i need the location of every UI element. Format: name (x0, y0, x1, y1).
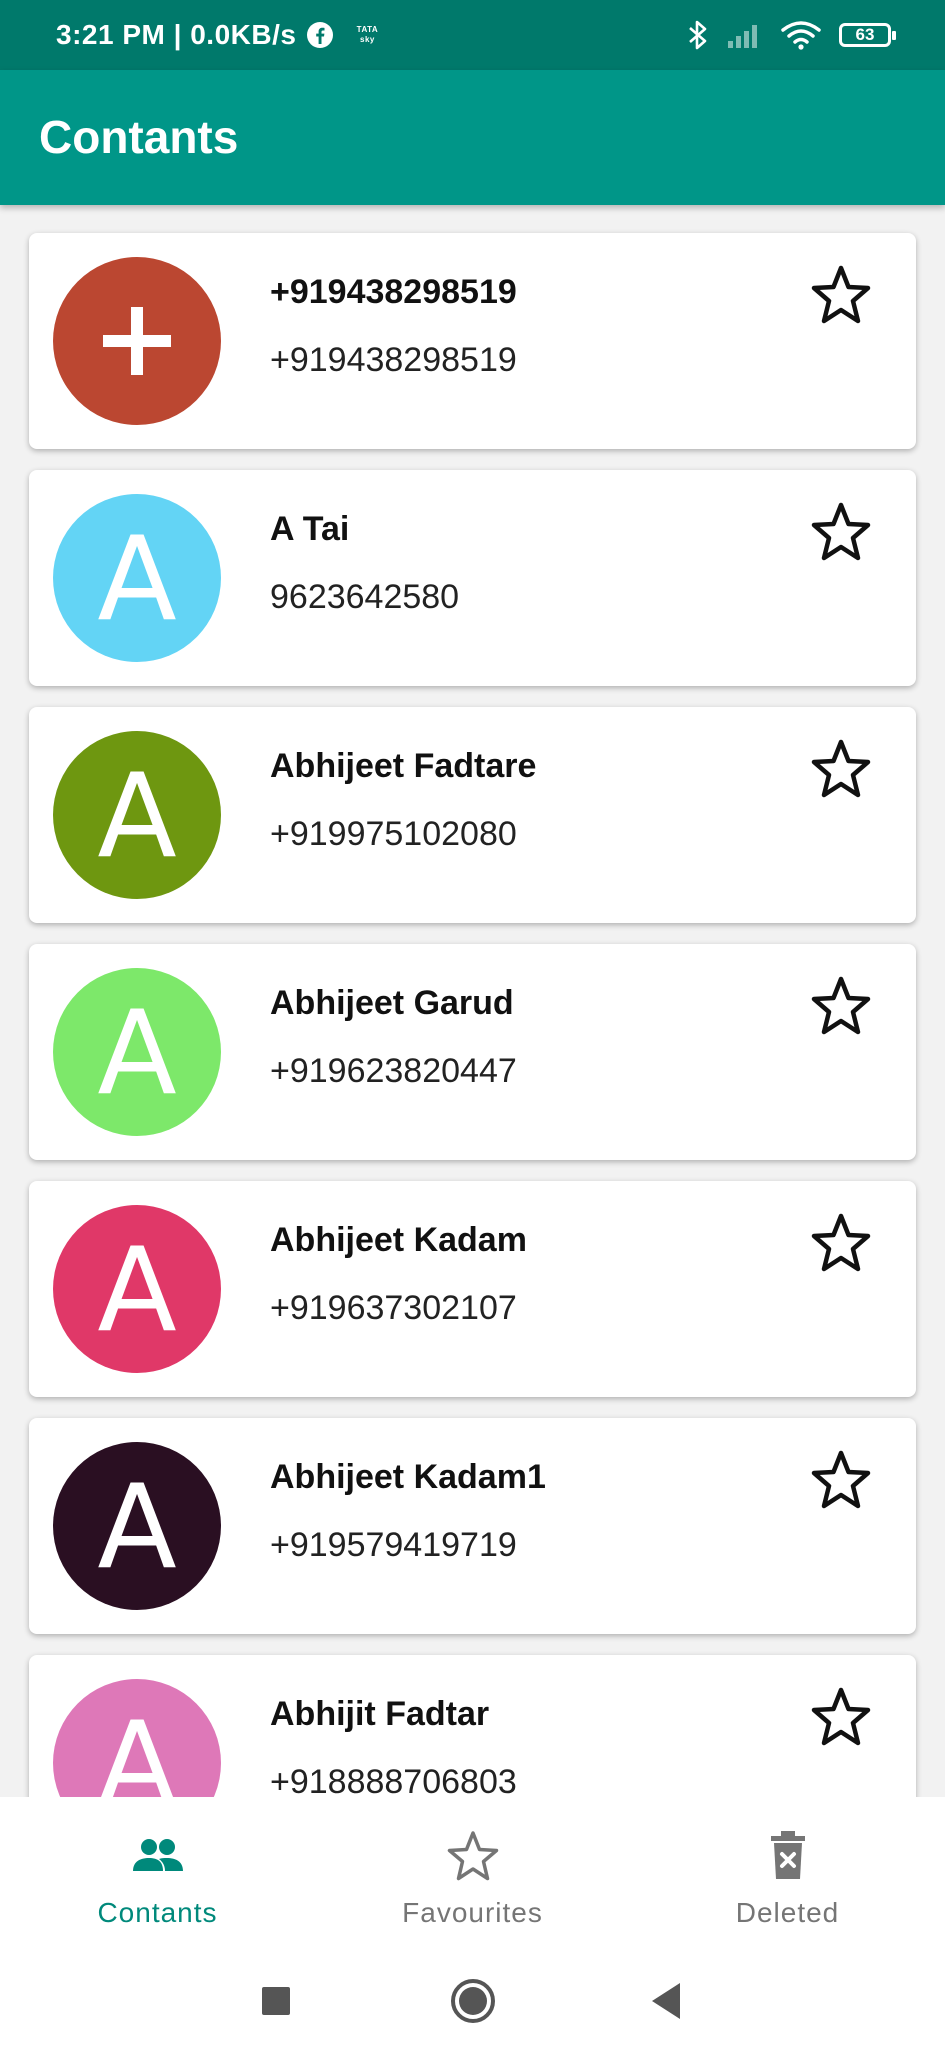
contact-phone: +919637302107 (270, 1289, 517, 1327)
contact-phone: +919623820447 (270, 1052, 517, 1090)
tab-deleted[interactable]: Deleted (630, 1797, 945, 1955)
contact-name: Abhijit Fadtar (270, 1695, 490, 1733)
contact-phone: +918888706803 (270, 1763, 517, 1797)
home-icon[interactable] (450, 1973, 496, 2029)
avatar: A (53, 494, 221, 662)
tab-label: Deleted (735, 1897, 840, 1928)
tata-sky-icon: TATA sky (350, 20, 384, 50)
avatar: A (53, 731, 221, 899)
tab-label: Favourites (402, 1897, 543, 1928)
people-icon (132, 1839, 183, 1871)
contact-phone: +919975102080 (270, 815, 517, 853)
status-bar: 3:21 PM | 0.0KB/s TATA sky 63 (0, 0, 945, 70)
avatar: A (53, 1205, 221, 1373)
contact-card[interactable]: A Abhijeet Fadtare +919975102080 (29, 707, 916, 923)
contact-phone: +919579419719 (270, 1526, 517, 1564)
favourite-star-icon[interactable] (809, 974, 873, 1038)
battery-icon: 63 (839, 23, 896, 47)
contact-list[interactable]: +919438298519 +919438298519 A A Tai 9623… (0, 205, 945, 1797)
avatar-letter: A (97, 1460, 177, 1595)
bottom-navigation: Contants Favourites Deleted (0, 1797, 945, 1955)
favourite-star-icon[interactable] (809, 500, 873, 564)
avatar: A (53, 968, 221, 1136)
tab-label: Contants (97, 1897, 218, 1928)
contact-name: Abhijeet Kadam (270, 1221, 527, 1259)
status-time-speed: 3:21 PM | 0.0KB/s (56, 19, 297, 50)
avatar-letter: A (97, 1697, 177, 1798)
tab-favourites[interactable]: Favourites (315, 1797, 630, 1955)
favourite-star-icon[interactable] (809, 737, 873, 801)
contact-phone: +919438298519 (270, 341, 517, 379)
contact-name: Abhijeet Fadtare (270, 747, 537, 785)
favourite-star-icon[interactable] (809, 263, 873, 327)
status-left: 3:21 PM | 0.0KB/s TATA sky (56, 0, 384, 70)
avatar-letter: A (97, 1223, 177, 1358)
tata-badge-line2: sky (360, 35, 375, 44)
contact-name: Abhijeet Garud (270, 984, 514, 1022)
avatar-letter: A (97, 986, 177, 1121)
wifi-icon (781, 21, 821, 50)
contact-card[interactable]: A Abhijeet Kadam +919637302107 (29, 1181, 916, 1397)
favourite-star-icon[interactable] (809, 1211, 873, 1275)
contact-name: +919438298519 (270, 273, 517, 311)
status-right: 63 (687, 0, 896, 70)
system-navigation-bar (0, 1955, 945, 2048)
favourite-star-icon[interactable] (809, 1685, 873, 1749)
signal-icon (728, 25, 757, 48)
contact-card[interactable]: +919438298519 +919438298519 (29, 233, 916, 449)
avatar: A (53, 1442, 221, 1610)
contact-phone: 9623642580 (270, 578, 460, 616)
contact-card[interactable]: A Abhijit Fadtar +918888706803 (29, 1655, 916, 1797)
avatar: A (53, 1679, 221, 1797)
contact-name: Abhijeet Kadam1 (270, 1458, 546, 1496)
contact-card[interactable]: A A Tai 9623642580 (29, 470, 916, 686)
avatar (53, 257, 221, 425)
contact-card[interactable]: A Abhijeet Kadam1 +919579419719 (29, 1418, 916, 1634)
favourite-star-icon[interactable] (809, 1448, 873, 1512)
back-icon[interactable] (648, 1973, 684, 2029)
avatar-letter: A (97, 749, 177, 884)
facebook-icon (307, 22, 334, 48)
trash-icon (770, 1831, 805, 1879)
battery-level: 63 (855, 25, 875, 44)
tata-badge-line1: TATA (356, 25, 379, 34)
page-title: Contants (39, 111, 239, 163)
app-bar: Contants (0, 70, 945, 205)
contact-name: A Tai (270, 510, 350, 548)
star-outline-icon (447, 1831, 498, 1881)
recents-icon[interactable] (258, 1973, 294, 2029)
bluetooth-icon (689, 20, 707, 50)
tab-contants[interactable]: Contants (0, 1797, 315, 1955)
contact-card[interactable]: A Abhijeet Garud +919623820447 (29, 944, 916, 1160)
plus-icon (103, 307, 171, 375)
avatar-letter: A (97, 512, 177, 647)
